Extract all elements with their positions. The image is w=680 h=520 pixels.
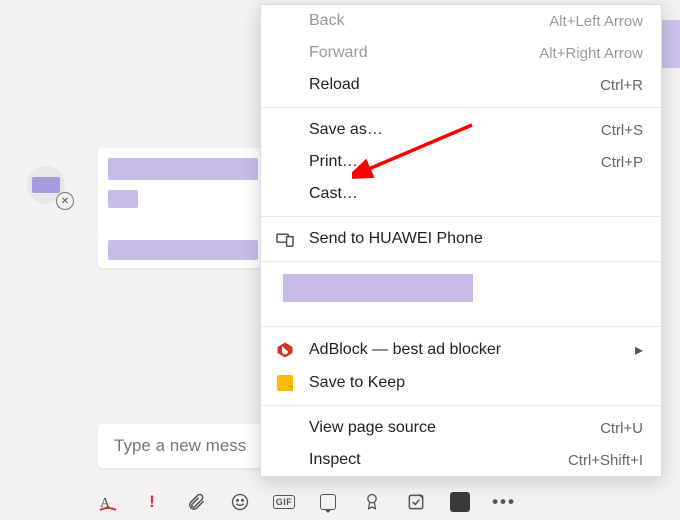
incoming-message-card[interactable]: [98, 148, 278, 240]
keep-icon: [275, 373, 295, 393]
incoming-message-card[interactable]: [98, 236, 278, 268]
compose-placeholder: Type a new mess: [114, 436, 246, 456]
menu-item-view-source[interactable]: View page source Ctrl+U: [261, 412, 661, 444]
menu-separator: [261, 107, 661, 108]
praise-icon[interactable]: [362, 492, 382, 512]
menu-shortcut: Alt+Left Arrow: [549, 13, 643, 30]
menu-item-reload[interactable]: Reload Ctrl+R: [261, 69, 661, 101]
menu-label: AdBlock — best ad blocker: [309, 341, 501, 359]
menu-shortcut: Alt+Right Arrow: [539, 45, 643, 62]
menu-shortcut: Ctrl+R: [600, 77, 643, 94]
submenu-arrow-icon: ▸: [635, 340, 643, 360]
menu-separator: [261, 261, 661, 262]
menu-separator: [261, 216, 661, 217]
menu-label: Print…: [309, 153, 358, 171]
compose-toolbar: A ! GIF •••: [98, 492, 514, 512]
attach-icon[interactable]: [186, 492, 206, 512]
approvals-icon[interactable]: [406, 492, 426, 512]
menu-item-save-as[interactable]: Save as… Ctrl+S: [261, 114, 661, 146]
menu-label: Send to HUAWEI Phone: [309, 230, 483, 248]
menu-label: Reload: [309, 76, 360, 94]
context-menu: Back Alt+Left Arrow Forward Alt+Right Ar…: [260, 4, 662, 477]
teams-chat-window: ✕ Type a new mess A ! GIF ••• Back Alt+L…: [0, 0, 680, 520]
app-icon[interactable]: [450, 492, 470, 512]
emoji-icon[interactable]: [230, 492, 250, 512]
avatar-placeholder: [32, 177, 60, 193]
more-icon[interactable]: •••: [494, 492, 514, 512]
menu-item-cast[interactable]: Cast…: [261, 178, 661, 210]
redacted-text-line: [108, 240, 258, 260]
menu-item-forward[interactable]: Forward Alt+Right Arrow: [261, 37, 661, 69]
menu-item-inspect[interactable]: Inspect Ctrl+Shift+I: [261, 444, 661, 476]
menu-label: Save as…: [309, 121, 383, 139]
avatar-status-badge: ✕: [56, 192, 74, 210]
menu-item-send-to-phone[interactable]: Send to HUAWEI Phone: [261, 223, 661, 255]
menu-item-adblock[interactable]: AdBlock — best ad blocker ▸: [261, 333, 661, 367]
menu-label: Back: [309, 12, 345, 30]
menu-shortcut: Ctrl+Shift+I: [568, 452, 643, 469]
menu-label: Forward: [309, 44, 368, 62]
redacted-block: [283, 274, 473, 302]
menu-separator: [261, 326, 661, 327]
menu-shortcut: Ctrl+U: [600, 420, 643, 437]
menu-label: Inspect: [309, 451, 361, 469]
menu-label: Cast…: [309, 185, 358, 203]
gif-icon[interactable]: GIF: [274, 492, 294, 512]
menu-label: Save to Keep: [309, 374, 405, 392]
format-icon[interactable]: A: [98, 492, 118, 512]
redacted-text-line: [108, 158, 258, 180]
menu-separator: [261, 405, 661, 406]
menu-shortcut: Ctrl+P: [601, 154, 643, 171]
menu-shortcut: Ctrl+S: [601, 122, 643, 139]
devices-icon: [275, 229, 295, 249]
menu-label: View page source: [309, 419, 436, 437]
priority-icon[interactable]: !: [142, 492, 162, 512]
sticker-icon[interactable]: [318, 492, 338, 512]
menu-item-back[interactable]: Back Alt+Left Arrow: [261, 5, 661, 37]
redacted-text-line: [108, 190, 138, 208]
adblock-icon: [275, 340, 295, 360]
menu-item-print[interactable]: Print… Ctrl+P: [261, 146, 661, 178]
menu-item-save-to-keep[interactable]: Save to Keep: [261, 367, 661, 399]
menu-spacer: [261, 268, 661, 320]
